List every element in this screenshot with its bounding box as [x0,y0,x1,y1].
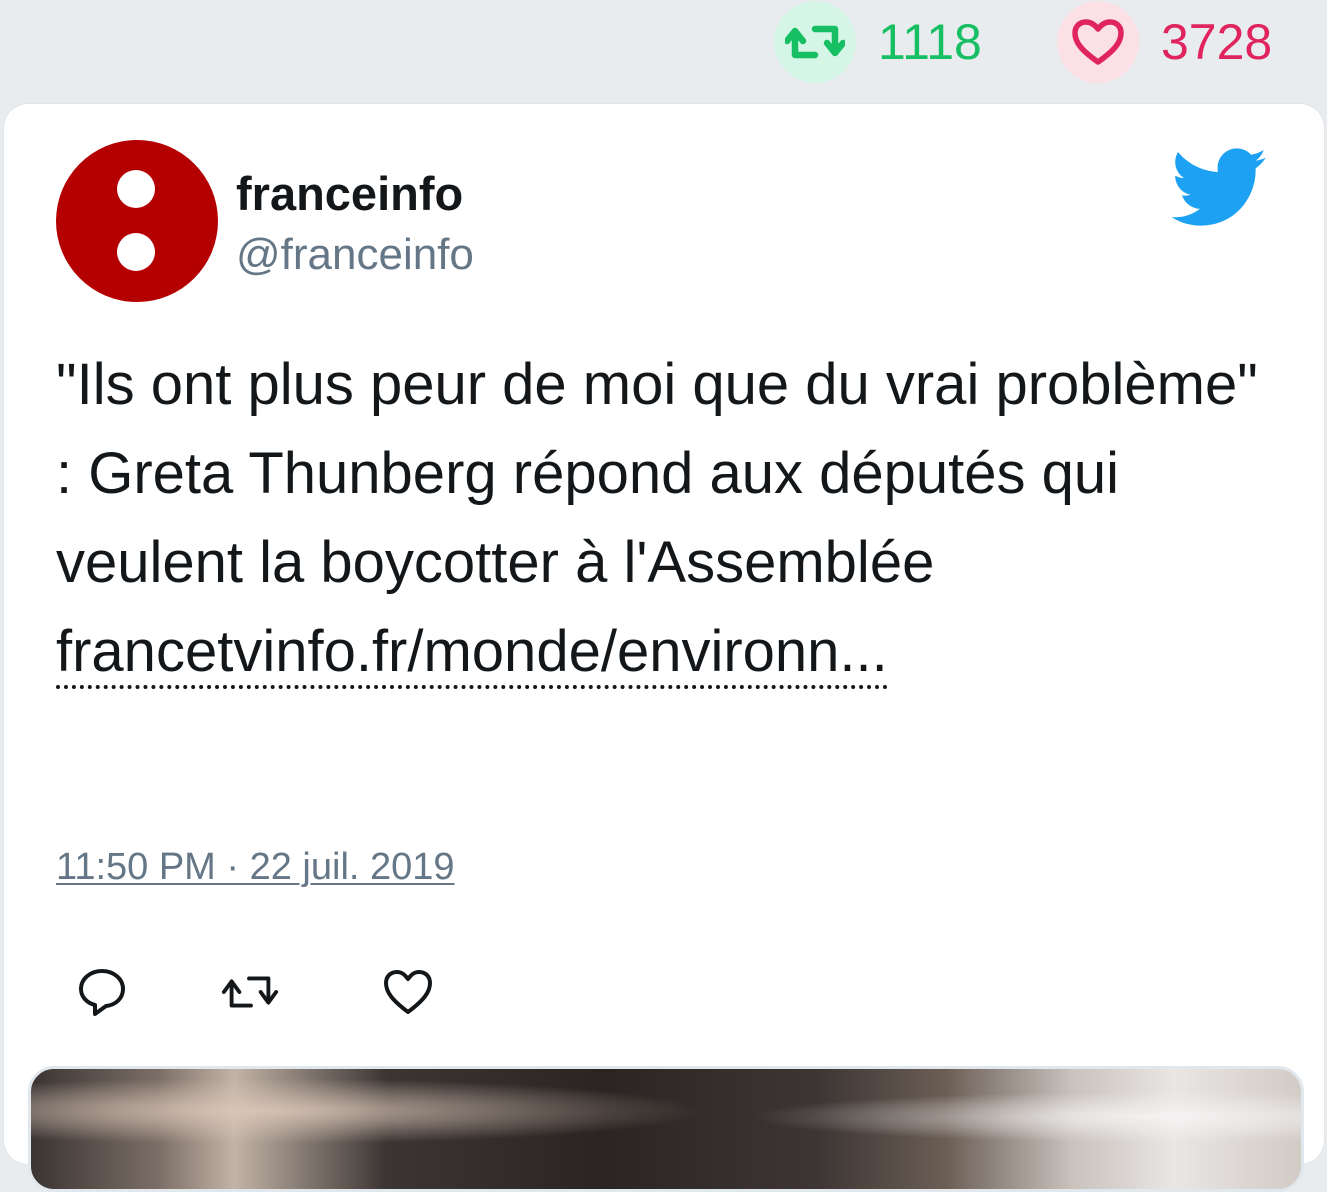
retweet-icon [221,976,279,1008]
tweet-timestamp[interactable]: 11:50 PM · 22 juil. 2019 [56,846,455,889]
like-stat[interactable]: 3728 [1057,1,1273,83]
like-button[interactable] [378,962,438,1022]
retweet-count: 1118 [878,14,982,70]
tweet-link[interactable]: francetvinfo.fr/monde/environn... [56,619,888,689]
tweet-media-photo [31,1069,1301,1189]
avatar[interactable] [56,140,218,302]
tweet-body: "Ils ont plus peur de moi que du vrai pr… [56,352,1258,595]
reply-button[interactable] [72,962,132,1022]
tweet-media-image[interactable] [28,1066,1304,1192]
tweet-text: "Ils ont plus peur de moi que du vrai pr… [56,340,1286,696]
tweet-stats-bar: 1118 3728 [0,0,1327,100]
like-icon-bubble[interactable] [1057,1,1139,83]
twitter-bird-icon[interactable] [1172,148,1268,228]
tweet-actions [72,962,672,1022]
avatar-dot-bottom [117,233,155,271]
retweet-stat[interactable]: 1118 [774,1,982,83]
reply-icon [79,969,125,1016]
user-handle[interactable]: @franceinfo [236,230,474,280]
user-display-name[interactable]: franceinfo [236,166,463,221]
retweet-icon-bubble[interactable] [774,1,856,83]
heart-icon [1072,19,1124,65]
retweet-button[interactable] [220,962,280,1022]
like-count: 3728 [1161,14,1273,70]
tweet-card[interactable]: franceinfo @franceinfo "Ils ont plus peu… [4,104,1324,1192]
retweet-icon [785,25,845,59]
heart-icon [384,970,432,1014]
avatar-dot-top [117,170,155,208]
